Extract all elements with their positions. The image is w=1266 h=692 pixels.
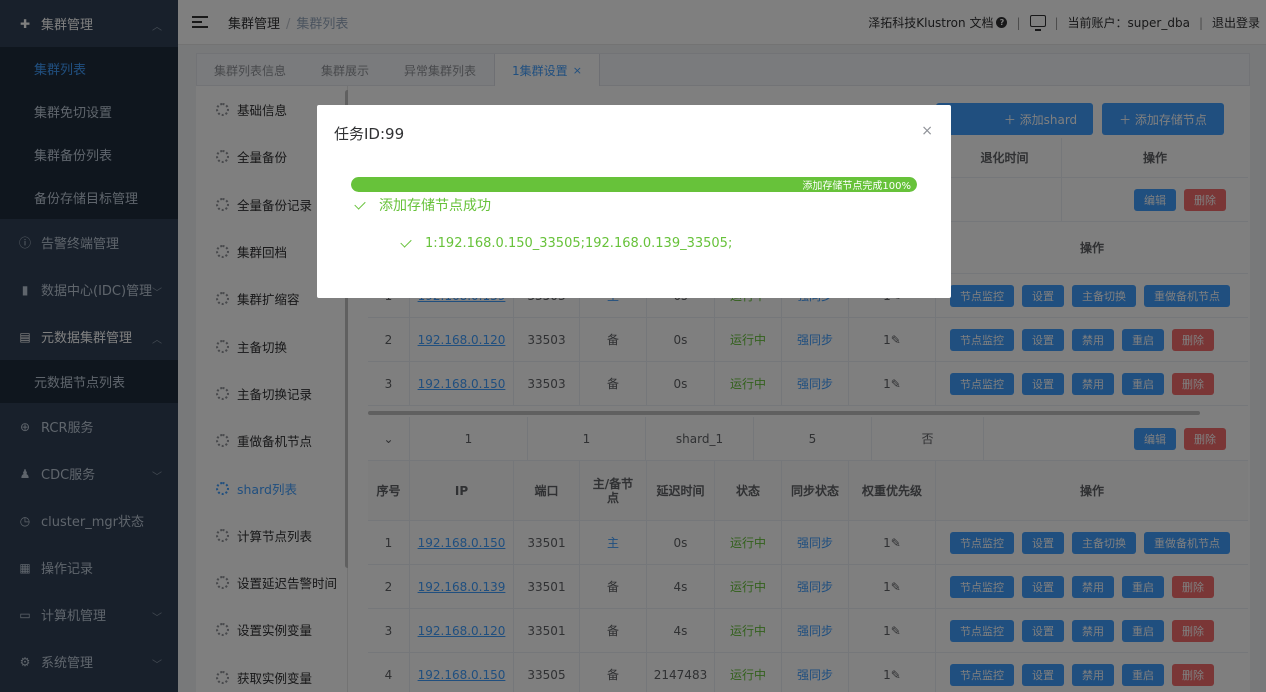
success-detail: 1:192.168.0.150_33505;192.168.0.139_3350… xyxy=(400,236,732,251)
task-dialog: 任务ID:99 × 添加存储节点完成100% 添加存储节点成功 1:192.16… xyxy=(317,105,951,298)
check-icon xyxy=(400,236,412,248)
check-icon xyxy=(354,197,366,210)
modal-overlay[interactable] xyxy=(0,0,1266,692)
progress-fill: 添加存储节点完成100% xyxy=(351,177,917,192)
success-message: 添加存储节点成功 xyxy=(354,195,491,215)
close-icon[interactable]: × xyxy=(921,123,933,139)
dialog-title: 任务ID:99 xyxy=(334,125,405,143)
progress-bar: 添加存储节点完成100% xyxy=(351,177,917,192)
